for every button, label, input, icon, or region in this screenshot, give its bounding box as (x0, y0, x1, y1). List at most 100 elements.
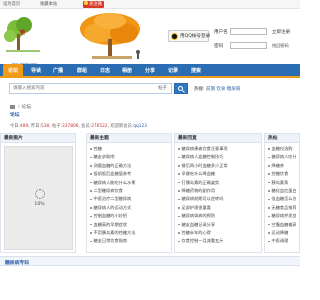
site-logo[interactable]: 糖 bbs.tnhfr.com (0, 9, 52, 66)
list-item[interactable]: 降糖药物的副作用 (178, 187, 258, 195)
search-button[interactable] (174, 83, 188, 94)
list-item-title: 中医治疗二型糖尿病 (93, 196, 132, 202)
list-item[interactable]: 控制血糖的小妙招 (90, 212, 168, 220)
list-item[interactable]: 控糖饮食 (268, 170, 296, 178)
nav-broadcast[interactable]: 广播 (48, 64, 68, 78)
latest-replies-list: 糖尿病患者饮食注意事项 糖尿病人血糖控制技巧餐后两小时血糖多少正常 早餐吃什么降血糖… (175, 143, 261, 246)
list-item[interactable]: 餐后两小时血糖多少正常 (178, 162, 258, 170)
forum-title: 论坛 (10, 113, 20, 118)
list-item[interactable]: 糖尿病肾病的预防 (178, 212, 258, 220)
list-item[interactable]: 血糖仪选购 (268, 145, 296, 153)
bullet-icon (268, 173, 270, 175)
bookmark-link[interactable]: 收藏本站 (40, 2, 57, 7)
list-item-title: 糖友日常饮食指南 (93, 238, 128, 244)
password-input[interactable] (230, 42, 267, 49)
list-item[interactable]: 足部护理很重要 (178, 204, 258, 212)
list-item[interactable]: 饮食控制一月减重五斤 (178, 237, 258, 245)
register-link[interactable]: 立即注册 (272, 29, 290, 35)
search-input[interactable] (10, 84, 130, 93)
search-box: 帖子 (9, 83, 172, 94)
list-item-title: 早餐吃什么降血糖 (181, 171, 216, 177)
qq-login-button[interactable]: 用QQ帐号登录 (168, 30, 210, 42)
follow-weibo-button[interactable]: 关注微博 (83, 1, 104, 14)
list-item[interactable]: 打胰岛素的正确姿势 (178, 179, 258, 187)
list-item[interactable]: 中医治疗二型糖尿病 (90, 195, 168, 203)
loading-spinner-icon (35, 189, 45, 199)
list-item-title: 糖尿病人血糖控制技巧 (181, 154, 224, 160)
nav-records[interactable]: 记录 (163, 64, 183, 78)
list-item[interactable]: 空腹血糖偏高 (268, 221, 296, 229)
bullet-icon (90, 198, 92, 201)
main-nav: 论坛 导读 广播 群组 日志 相册 分享 记录 搜索 (0, 64, 300, 78)
list-item[interactable]: 糖尿病人的运动方式 (90, 204, 168, 212)
yesterday-count: 538 (41, 124, 50, 129)
list-item[interactable]: 糖尿病人血糖控制技巧 (178, 153, 258, 161)
list-item-title: 足部护理很重要 (181, 204, 211, 210)
bullet-icon (268, 190, 270, 192)
list-item[interactable]: 糖尿病并发症 (268, 212, 296, 220)
list-item[interactable]: 无糖食品推荐 (268, 204, 296, 212)
list-item[interactable]: 糖友求助吧 (90, 153, 168, 161)
username-input[interactable] (230, 28, 267, 35)
hot-search-item[interactable]: 前期 (206, 87, 215, 92)
list-item-title: 糖友求助吧 (93, 154, 115, 160)
list-item[interactable]: 糖尿病前期可以逆转吗 (178, 195, 258, 203)
nav-album[interactable]: 相册 (117, 64, 137, 78)
nav-forum[interactable]: 论坛 (3, 64, 23, 78)
list-item[interactable]: 运动降糖 (268, 229, 296, 237)
list-item[interactable]: 控糖 (90, 145, 168, 153)
list-item[interactable]: 二型糖尿病饮食 (90, 187, 168, 195)
list-item[interactable]: 胰岛素泵 (268, 179, 296, 187)
list-item-title: 运动降糖 (271, 230, 289, 236)
login-box: 用QQ帐号登录 用户名 立即注册 密码 找回密码 (168, 24, 300, 60)
list-item-title: 糖尿病并发症 (271, 213, 297, 219)
list-item[interactable]: 糖友日常饮食指南 (90, 237, 168, 245)
list-item[interactable]: 糖化血红蛋白 (268, 187, 296, 195)
list-item[interactable]: 糖尿病人吃什么 (268, 153, 296, 161)
list-item[interactable]: 降糖茶 (268, 162, 296, 170)
latest-threads-list: 控糖 糖友求助吧测量血糖的正确方法 饭前饭后血糖值参考 糖尿病人能吃什么水果 二型糖尿病… (87, 143, 171, 246)
set-homepage-link[interactable]: 设为首页 (3, 2, 20, 7)
list-item[interactable]: 不用胰岛素的控糖方法 (90, 229, 168, 237)
bullet-icon (268, 156, 270, 159)
bullet-icon (178, 240, 180, 243)
nav-search[interactable]: 搜索 (186, 64, 206, 78)
search-scope-select[interactable]: 帖子 (158, 85, 167, 91)
newest-member-link[interactable]: qq123 (133, 124, 147, 129)
list-item[interactable]: 早餐吃什么降血糖 (178, 170, 258, 178)
list-item-title: 糖尿病人的运动方式 (93, 204, 132, 210)
home-icon[interactable] (10, 104, 15, 109)
list-item[interactable]: 饭前饭后血糖值参考 (90, 170, 168, 178)
hot-threads-list: 血糖仪选购糖尿病人吃什么降糖茶控糖饮食胰岛素泵糖化血红蛋白低血糖怎么办无糖食品推… (265, 143, 299, 246)
panel-title: 最新回复 (175, 134, 261, 143)
nav-share[interactable]: 分享 (140, 64, 160, 78)
list-item[interactable]: 低血糖怎么办 (268, 195, 296, 203)
list-item[interactable]: 糖尿病人能吃什么水果 (90, 179, 168, 187)
list-item[interactable]: 测量血糖的正确方法 (90, 162, 168, 170)
list-item[interactable]: 控糖半年的心得 (178, 229, 258, 237)
hot-search-item[interactable]: 糖尿病 (227, 87, 241, 92)
nav-groups[interactable]: 群组 (72, 64, 92, 78)
list-item[interactable]: 血糖高的早期症状 (90, 221, 168, 229)
list-item[interactable]: 糖友血糖记录分享 (178, 221, 258, 229)
list-item-title: 胰岛素泵 (271, 179, 289, 185)
bullet-icon (90, 232, 92, 234)
breadcrumb-current[interactable]: 论坛 (21, 105, 31, 110)
username-label: 用户名 (214, 30, 228, 35)
image-slideshow[interactable]: 10% (4, 146, 73, 250)
top-bar: 设为首页 收藏本站 关注微博 (0, 0, 300, 14)
panel-title: 最新图片 (1, 134, 75, 143)
nav-blog[interactable]: 日志 (95, 64, 115, 78)
nav-guide[interactable]: 导读 (26, 64, 46, 78)
list-item-title: 中医调理 (271, 238, 289, 244)
list-item[interactable]: 中医调理 (268, 237, 296, 245)
hot-search-item[interactable]: 饮食 (216, 87, 225, 92)
password-label: 密码 (214, 44, 224, 49)
section-title[interactable]: 糖尿病专科 (5, 259, 29, 266)
bullet-icon (90, 207, 92, 209)
list-item[interactable]: 糖尿病患者饮食注意事项 (178, 145, 258, 153)
forgot-password-link[interactable]: 找回密码 (272, 43, 289, 49)
banner-illustration (52, 9, 164, 64)
latest-images-panel: 最新图片 10% (0, 133, 76, 253)
bullet-icon (178, 165, 180, 167)
